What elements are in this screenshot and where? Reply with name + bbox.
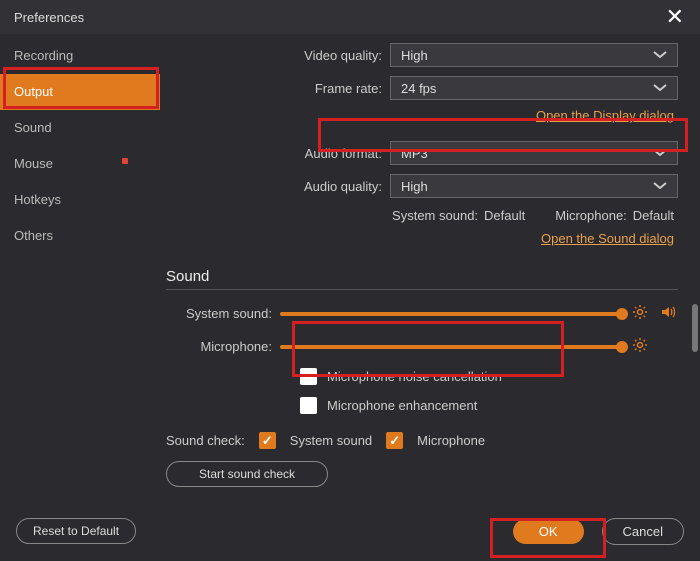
microphone-slider-label: Microphone: xyxy=(160,339,280,354)
sidebar-item-sound[interactable]: Sound xyxy=(0,110,160,146)
enhancement-label: Microphone enhancement xyxy=(327,398,477,413)
audio-format-label: Audio format: xyxy=(160,146,390,161)
system-sound-slider[interactable] xyxy=(280,312,622,316)
system-sound-status-label: System sound: xyxy=(392,208,478,223)
badge-dot xyxy=(122,158,128,164)
soundcheck-mic-label: Microphone xyxy=(417,433,485,448)
close-button[interactable]: ✕ xyxy=(660,2,690,32)
video-quality-label: Video quality: xyxy=(160,48,390,63)
sidebar-item-hotkeys[interactable]: Hotkeys xyxy=(0,182,160,218)
microphone-slider[interactable] xyxy=(280,345,622,349)
system-sound-slider-label: System sound: xyxy=(160,306,280,321)
soundcheck-system-checkbox[interactable] xyxy=(259,432,276,449)
soundcheck-mic-checkbox[interactable] xyxy=(386,432,403,449)
gear-icon[interactable] xyxy=(632,337,650,356)
video-quality-select[interactable]: High xyxy=(390,43,678,67)
content-pane: Video quality: High Frame rate: 24 fps O… xyxy=(160,34,700,501)
start-sound-check-button[interactable]: Start sound check xyxy=(166,461,328,487)
speaker-icon[interactable] xyxy=(660,304,678,323)
gear-icon[interactable] xyxy=(632,304,650,323)
cancel-button[interactable]: Cancel xyxy=(602,518,684,545)
sidebar-item-recording[interactable]: Recording xyxy=(0,38,160,74)
soundcheck-system-label: System sound xyxy=(290,433,372,448)
sidebar-item-output[interactable]: Output xyxy=(0,74,160,110)
sidebar-item-mouse[interactable]: Mouse xyxy=(0,146,160,182)
section-sound-title: Sound xyxy=(166,268,678,290)
reset-default-button[interactable]: Reset to Default xyxy=(16,518,136,544)
system-sound-status-value: Default xyxy=(484,208,525,223)
audio-quality-select[interactable]: High xyxy=(390,174,678,198)
frame-rate-select[interactable]: 24 fps xyxy=(390,76,678,100)
microphone-status-label: Microphone: xyxy=(555,208,627,223)
window-title: Preferences xyxy=(14,10,84,25)
audio-quality-label: Audio quality: xyxy=(160,179,390,194)
noise-cancellation-checkbox[interactable] xyxy=(300,368,317,385)
sidebar: Recording Output Sound Mouse Hotkeys Oth… xyxy=(0,34,160,501)
ok-button[interactable]: OK xyxy=(513,519,584,544)
slider-thumb[interactable] xyxy=(616,341,628,353)
chevron-down-icon xyxy=(653,51,667,59)
microphone-status-value: Default xyxy=(633,208,674,223)
slider-thumb[interactable] xyxy=(616,308,628,320)
scrollbar-thumb[interactable] xyxy=(692,304,698,352)
sound-check-label: Sound check: xyxy=(166,433,245,448)
open-display-link[interactable]: Open the Display dialog xyxy=(536,108,674,123)
enhancement-checkbox[interactable] xyxy=(300,397,317,414)
frame-rate-label: Frame rate: xyxy=(160,81,390,96)
chevron-down-icon xyxy=(653,149,667,157)
noise-cancellation-label: Microphone noise cancellation xyxy=(327,369,502,384)
open-sound-link[interactable]: Open the Sound dialog xyxy=(541,231,674,246)
chevron-down-icon xyxy=(653,84,667,92)
sidebar-item-others[interactable]: Others xyxy=(0,218,160,254)
audio-format-select[interactable]: MP3 xyxy=(390,141,678,165)
chevron-down-icon xyxy=(653,182,667,190)
